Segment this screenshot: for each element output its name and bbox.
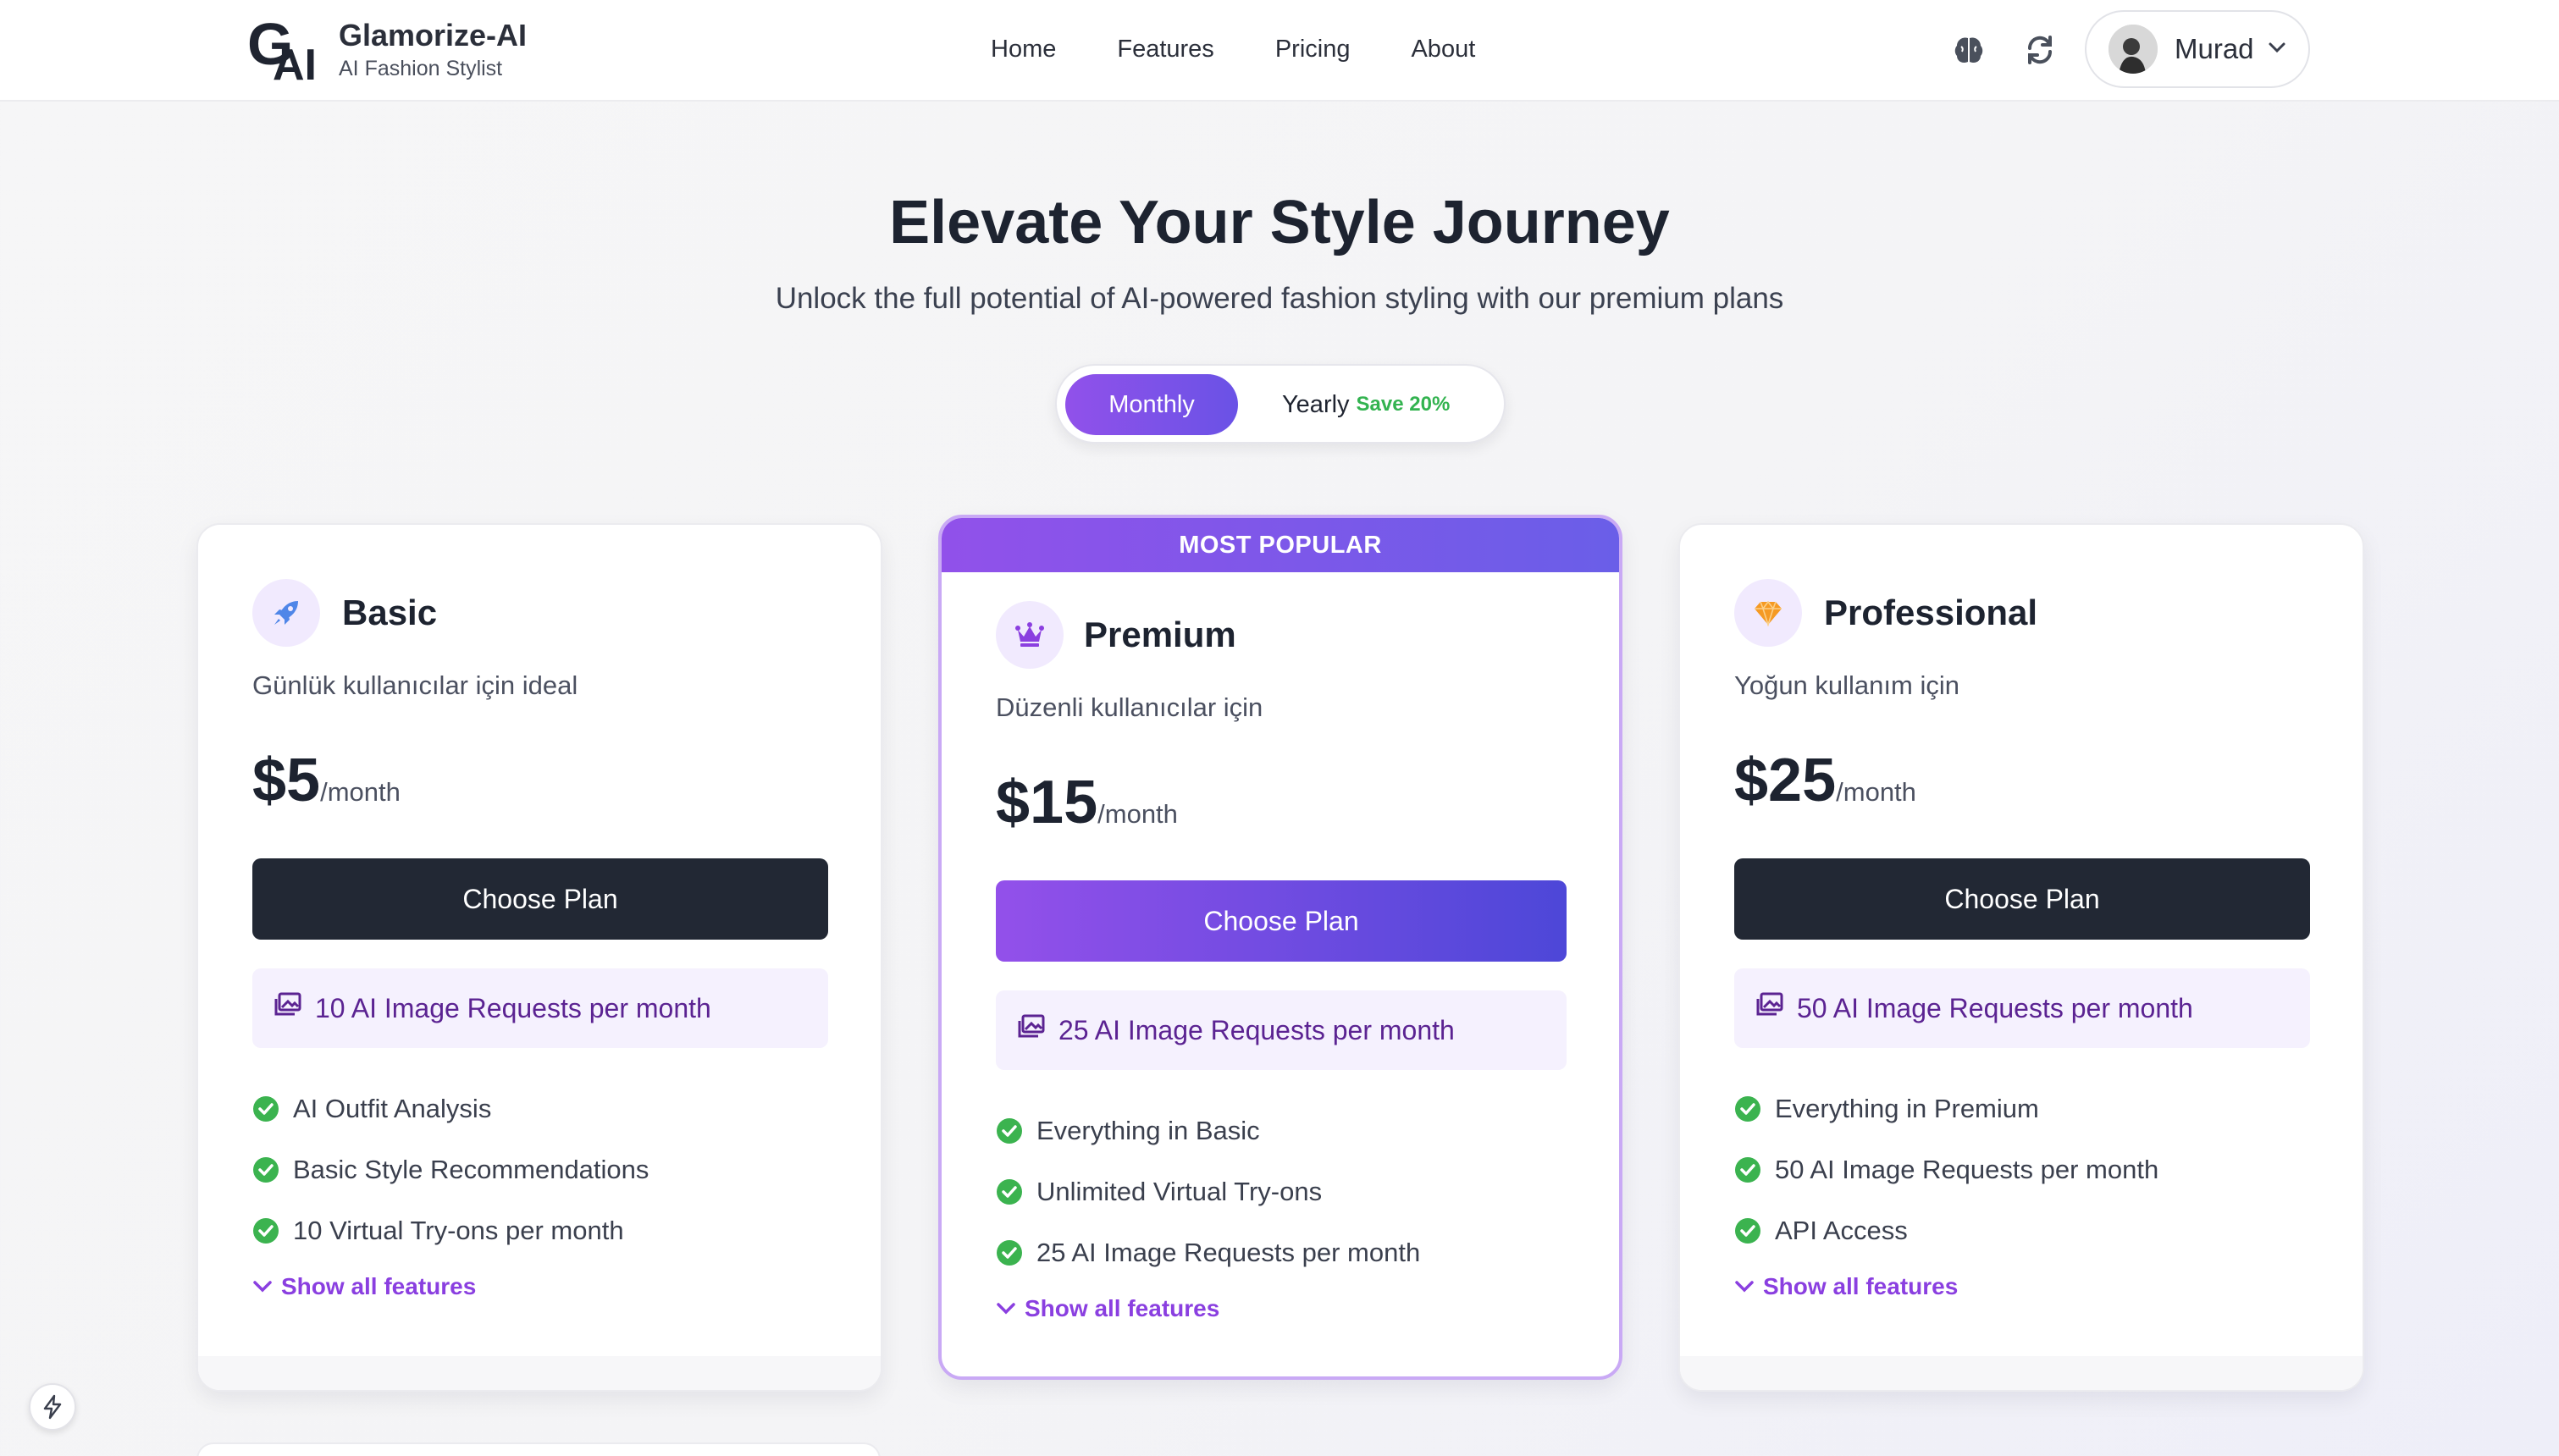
- plan-price: $5/month: [252, 747, 401, 831]
- top-navbar: G AI Glamorize-AI AI Fashion Stylist Hom…: [0, 0, 2559, 102]
- avatar: [2109, 25, 2158, 74]
- feature-text: Everything in Basic: [1036, 1116, 1260, 1145]
- show-all-label: Show all features: [1763, 1273, 1959, 1299]
- feature-text: Basic Style Recommendations: [293, 1155, 649, 1184]
- show-all-features-link[interactable]: Show all features: [252, 1270, 476, 1304]
- plan-description: Yoğun kullanım için: [1734, 670, 1959, 700]
- feature-item: Basic Style Recommendations: [252, 1153, 649, 1187]
- image-quota: 10 AI Image Requests per month: [252, 968, 828, 1048]
- toggle-monthly[interactable]: Monthly: [1065, 374, 1238, 435]
- feature-item: AI Outfit Analysis: [252, 1092, 491, 1126]
- price-period: /month: [1097, 799, 1178, 829]
- price-period: /month: [320, 777, 401, 807]
- images-icon: [1016, 1014, 1045, 1046]
- plan-description: Günlük kullanıcılar için ideal: [252, 670, 578, 700]
- rocket-icon: [252, 579, 320, 647]
- quota-text: 10 AI Image Requests per month: [315, 992, 711, 1023]
- toggle-yearly[interactable]: Yearly Save 20%: [1282, 374, 1450, 435]
- feature-item: Everything in Premium: [1734, 1092, 2039, 1126]
- plan-price: $25/month: [1734, 747, 1916, 831]
- image-quota: 25 AI Image Requests per month: [996, 990, 1567, 1070]
- feature-item: 50 AI Image Requests per month: [1734, 1153, 2158, 1187]
- chevron-down-icon: [997, 1303, 1015, 1315]
- check-circle-icon: [997, 1240, 1022, 1266]
- show-all-label: Show all features: [281, 1273, 477, 1299]
- chevron-down-icon: [253, 1281, 272, 1293]
- nav-link-features[interactable]: Features: [1117, 32, 1213, 66]
- feature-item: 10 Virtual Try-ons per month: [252, 1214, 624, 1248]
- crown-icon: [996, 601, 1064, 669]
- price-amount: $15: [996, 769, 1098, 836]
- show-all-features-link[interactable]: Show all features: [996, 1292, 1219, 1326]
- plan-card-professional: Professional Yoğun kullanım için $25/mon…: [1678, 523, 2364, 1392]
- show-all-label: Show all features: [1025, 1295, 1220, 1321]
- quota-text: 50 AI Image Requests per month: [1797, 992, 2193, 1023]
- svg-text:AI: AI: [273, 41, 315, 81]
- chevron-down-icon: [1735, 1281, 1754, 1293]
- plan-card-basic: Basic Günlük kullanıcılar için ideal $5/…: [196, 523, 882, 1392]
- quota-text: 25 AI Image Requests per month: [1058, 1014, 1455, 1045]
- check-circle-icon: [1735, 1218, 1760, 1244]
- images-icon: [1755, 992, 1783, 1024]
- card-footer: [1680, 1356, 2363, 1390]
- brain-icon[interactable]: [1949, 30, 1988, 69]
- check-circle-icon: [253, 1157, 279, 1183]
- card-footer: [198, 1356, 881, 1390]
- plan-description: Düzenli kullanıcılar için: [996, 692, 1263, 722]
- nav-link-about[interactable]: About: [1411, 32, 1475, 66]
- refresh-icon[interactable]: [2020, 30, 2059, 69]
- nav-link-pricing[interactable]: Pricing: [1275, 32, 1351, 66]
- show-all-features-link[interactable]: Show all features: [1734, 1270, 1958, 1304]
- brand[interactable]: Glamorize-AI AI Fashion Stylist: [339, 17, 527, 81]
- feature-text: AI Outfit Analysis: [293, 1094, 492, 1123]
- feature-text: Everything in Premium: [1775, 1094, 2039, 1123]
- feature-item: 25 AI Image Requests per month: [996, 1236, 1420, 1270]
- check-circle-icon: [997, 1179, 1022, 1205]
- plan-card-premium: MOST POPULAR Premium Düzenli kullanıcıla…: [938, 515, 1622, 1380]
- check-circle-icon: [1735, 1096, 1760, 1122]
- plan-name: Professional: [1824, 593, 2038, 632]
- feature-text: 50 AI Image Requests per month: [1775, 1155, 2159, 1184]
- check-circle-icon: [253, 1218, 279, 1244]
- chevron-down-icon: [2268, 41, 2286, 58]
- main-menu: Home Features Pricing About: [991, 32, 1475, 66]
- price-amount: $5: [252, 747, 321, 814]
- user-menu[interactable]: Murad: [2085, 10, 2310, 88]
- check-circle-icon: [1735, 1157, 1760, 1183]
- feature-item: API Access: [1734, 1214, 1908, 1248]
- price-amount: $25: [1734, 747, 1837, 814]
- gem-icon: [1734, 579, 1802, 647]
- plan-name: Basic: [342, 593, 438, 632]
- most-popular-badge: MOST POPULAR: [942, 518, 1619, 572]
- brand-name: Glamorize-AI: [339, 18, 528, 52]
- check-circle-icon: [997, 1118, 1022, 1144]
- price-period: /month: [1836, 777, 1916, 807]
- choose-plan-button[interactable]: Choose Plan: [252, 858, 828, 940]
- choose-plan-button[interactable]: Choose Plan: [1734, 858, 2310, 940]
- plan-price: $15/month: [996, 769, 1178, 853]
- choose-plan-button[interactable]: Choose Plan: [996, 880, 1567, 962]
- page-title: Elevate Your Style Journey: [889, 189, 1670, 256]
- brand-tagline: AI Fashion Stylist: [339, 57, 503, 80]
- check-circle-icon: [253, 1096, 279, 1122]
- feature-item: Unlimited Virtual Try-ons: [996, 1175, 1322, 1209]
- image-quota: 50 AI Image Requests per month: [1734, 968, 2310, 1048]
- plan-name: Premium: [1084, 615, 1236, 654]
- feature-text: 10 Virtual Try-ons per month: [293, 1216, 624, 1245]
- page-subtitle: Unlock the full potential of AI-powered …: [775, 282, 1784, 315]
- save-badge: Save 20%: [1356, 393, 1451, 416]
- feature-text: API Access: [1775, 1216, 1908, 1245]
- next-section-card: [196, 1442, 881, 1456]
- nav-link-home[interactable]: Home: [991, 32, 1056, 66]
- feature-text: 25 AI Image Requests per month: [1036, 1238, 1421, 1267]
- bolt-icon[interactable]: [29, 1383, 76, 1431]
- feature-item: Everything in Basic: [996, 1114, 1260, 1148]
- user-name: Murad: [2175, 33, 2254, 64]
- feature-text: Unlimited Virtual Try-ons: [1036, 1177, 1323, 1206]
- images-icon: [273, 992, 301, 1024]
- toggle-yearly-label: Yearly: [1282, 390, 1350, 418]
- billing-toggle: Monthly Yearly Save 20%: [1055, 364, 1506, 444]
- logo-icon[interactable]: G AI: [247, 10, 317, 90]
